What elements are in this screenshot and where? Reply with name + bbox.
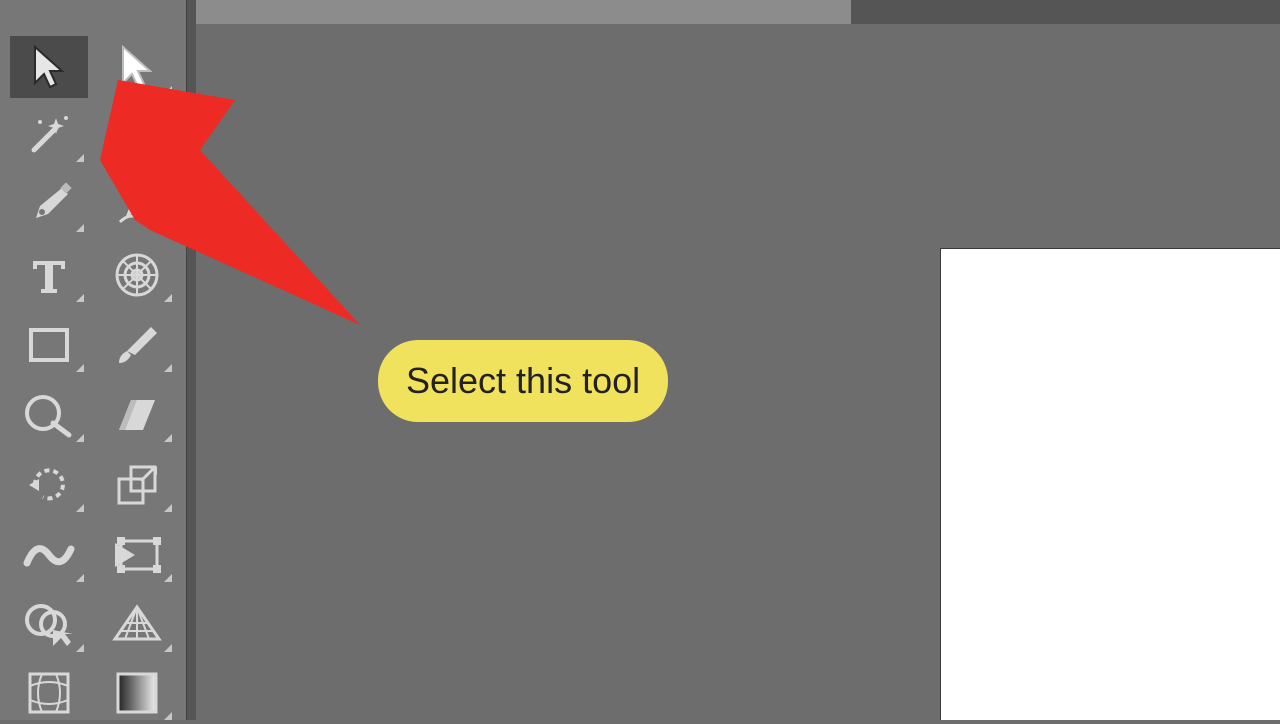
flyout-indicator-icon [164, 644, 172, 652]
document-tab-area [196, 0, 851, 24]
free-transform-icon [111, 533, 163, 577]
eraser-tool[interactable] [98, 384, 176, 446]
perspective-grid-icon [111, 603, 163, 647]
mesh-icon [26, 670, 72, 716]
flyout-indicator-icon [76, 574, 84, 582]
free-transform-tool[interactable] [98, 524, 176, 586]
selection-cursor-icon [29, 43, 69, 91]
flyout-indicator-icon [76, 434, 84, 442]
magic-wand-tool[interactable] [10, 104, 88, 166]
flyout-indicator-icon [76, 504, 84, 512]
type-t-icon [27, 253, 71, 297]
gradient-icon [114, 670, 160, 716]
annotation-text: Select this tool [406, 360, 640, 401]
rectangle-tool[interactable] [10, 314, 88, 376]
direct-selection-cursor-icon [117, 43, 157, 91]
tools-panel [0, 0, 186, 720]
annotation-callout: Select this tool [378, 340, 668, 422]
pen-tool[interactable] [10, 174, 88, 236]
direct-selection-tool[interactable] [98, 36, 176, 98]
artboard[interactable] [940, 248, 1280, 720]
flyout-indicator-icon [76, 644, 84, 652]
flyout-indicator-icon [76, 154, 84, 162]
polar-grid-icon [113, 251, 161, 299]
gradient-tool[interactable] [98, 662, 176, 724]
flyout-indicator-icon [76, 294, 84, 302]
flyout-indicator-icon [164, 504, 172, 512]
document-tab-empty [851, 0, 1280, 24]
document-tab-bar [196, 0, 1280, 24]
flyout-indicator-icon [76, 364, 84, 372]
paintbrush-tool[interactable] [98, 314, 176, 376]
width-tool[interactable] [10, 524, 88, 586]
flyout-indicator-icon [164, 364, 172, 372]
panel-divider [186, 0, 196, 720]
paintbrush-icon [113, 321, 161, 369]
flyout-indicator-icon [164, 86, 172, 94]
rotate-icon [25, 461, 73, 509]
curvature-tool[interactable] [98, 174, 176, 236]
selection-tool[interactable] [10, 36, 88, 98]
curvature-pen-icon [114, 182, 160, 228]
pen-nib-icon [26, 182, 72, 228]
flyout-indicator-icon [164, 712, 172, 720]
flyout-indicator-icon [164, 294, 172, 302]
polar-grid-tool[interactable] [98, 244, 176, 306]
eraser-icon [113, 394, 161, 436]
rotate-tool[interactable] [10, 454, 88, 516]
shaper-tool[interactable] [10, 384, 88, 446]
flyout-indicator-icon [76, 224, 84, 232]
flyout-indicator-icon [164, 574, 172, 582]
magic-wand-icon [26, 112, 72, 158]
flyout-indicator-icon [164, 434, 172, 442]
perspective-grid-tool[interactable] [98, 594, 176, 656]
scale-icon [113, 461, 161, 509]
type-tool[interactable] [10, 244, 88, 306]
mesh-tool[interactable] [10, 662, 88, 724]
width-stroke-icon [23, 533, 75, 577]
shape-builder-icon [23, 602, 75, 648]
shaper-icon [23, 391, 75, 439]
shape-builder-tool[interactable] [10, 594, 88, 656]
scale-tool[interactable] [98, 454, 176, 516]
rectangle-icon [25, 324, 73, 366]
